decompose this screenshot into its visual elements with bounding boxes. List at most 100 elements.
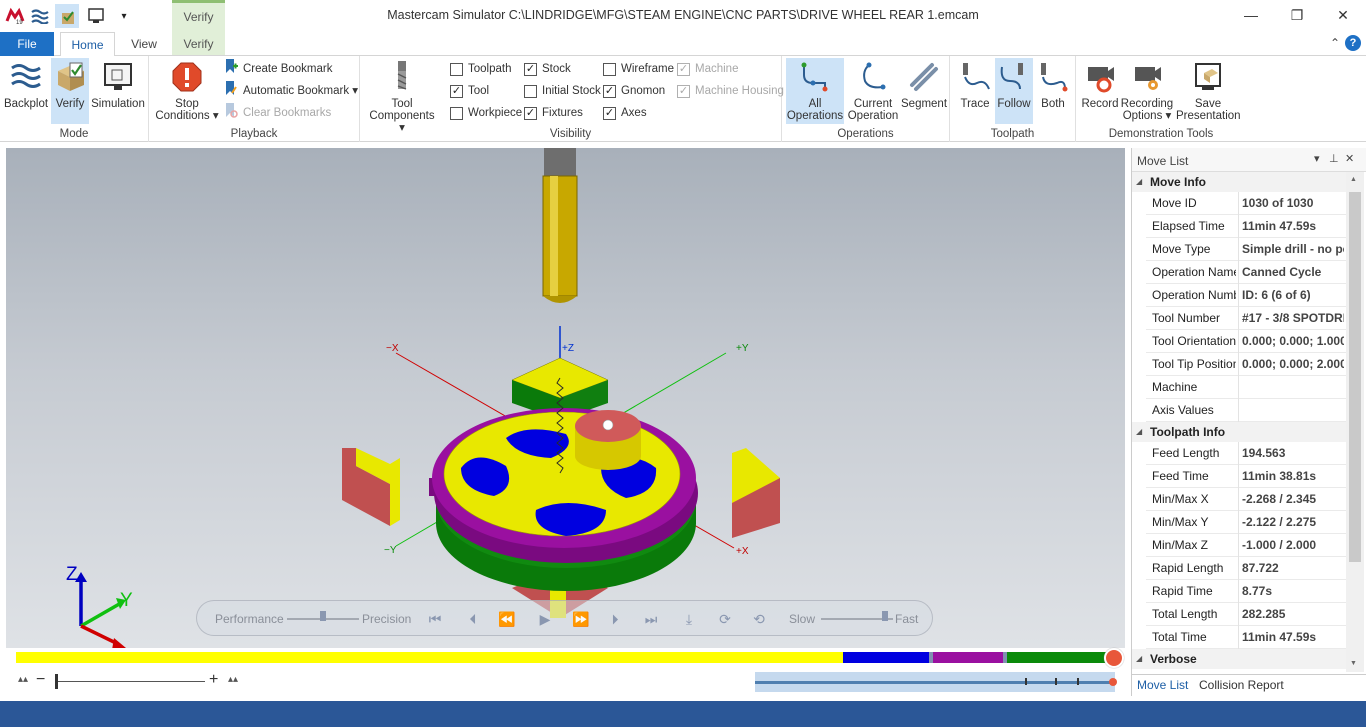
add-bookmark-icon[interactable]: ⤓: [679, 610, 699, 628]
tab-move-list[interactable]: Move List: [1137, 678, 1188, 692]
tab-verify[interactable]: Verify: [172, 32, 225, 56]
tool-components-button[interactable]: Tool Components ▾: [366, 58, 438, 134]
step-back-icon[interactable]: ⏴: [463, 610, 483, 628]
toolpath-info-section-header[interactable]: Toolpath Info: [1132, 422, 1346, 442]
move-info-row: Move TypeSimple drill - no peck: [1146, 238, 1346, 261]
machine-checkbox[interactable]: ✓ Machine: [677, 59, 738, 79]
reverse-loop-icon[interactable]: ⟲: [749, 610, 769, 628]
zoom-in-icon[interactable]: +: [209, 671, 218, 689]
fast-forward-icon[interactable]: ⏩: [571, 610, 591, 628]
toolpath-checkbox[interactable]: Toolpath: [450, 59, 511, 79]
save-presentation-button[interactable]: Save Presentation: [1176, 58, 1241, 124]
gnomon: Z Y: [66, 564, 133, 648]
current-operation-button[interactable]: Current Operation: [845, 58, 901, 124]
move-info-row: Move ID 1030 of 1030: [1146, 192, 1346, 215]
visibility-group: Tool Components ▾ Toolpath ✓ Tool Workpie…: [360, 56, 784, 142]
wireframe-checkbox[interactable]: Wireframe: [603, 59, 674, 79]
simulation-button[interactable]: Simulation: [90, 58, 146, 124]
speed-slider-thumb[interactable]: [882, 611, 888, 621]
checkbox-checked-icon: ✓: [450, 84, 463, 98]
toolpath-info-row: Feed Time 11min 38.81s: [1146, 465, 1346, 488]
zoom-out-all-icon[interactable]: ▴▴: [18, 674, 28, 685]
help-icon[interactable]: ?: [1345, 35, 1361, 51]
toolpath-group: Trace Follow Both Toolpath: [950, 56, 1076, 142]
clear-bookmarks-button[interactable]: Clear Bookmarks: [222, 102, 331, 123]
zoom-slider-thumb[interactable]: [55, 674, 58, 689]
zoom-slider-track[interactable]: [55, 681, 205, 682]
mini-timeline[interactable]: [755, 672, 1117, 692]
all-operations-icon: [798, 60, 832, 94]
stock-checkbox[interactable]: ✓ Stock: [524, 59, 571, 79]
mini-timeline-thumb[interactable]: [1109, 678, 1117, 686]
bookmark-auto-icon: [222, 80, 238, 103]
follow-button[interactable]: Follow: [995, 58, 1033, 124]
fixtures-checkbox[interactable]: ✓ Fixtures: [524, 103, 583, 123]
toolpath-info-row: Min/Max Y -2.122 / 2.275: [1146, 511, 1346, 534]
workpiece-checkbox[interactable]: Workpiece: [450, 103, 522, 123]
timeline-segment-green: [1007, 652, 1111, 663]
record-button[interactable]: Record: [1080, 58, 1120, 124]
axes-checkbox[interactable]: ✓ Axes: [603, 103, 647, 123]
panel-menu-icon[interactable]: ▾: [1314, 152, 1320, 165]
both-button[interactable]: Both: [1033, 58, 1073, 124]
initial-stock-checkbox[interactable]: Initial Stock: [524, 81, 601, 101]
create-bookmark-button[interactable]: Create Bookmark: [222, 58, 332, 79]
close-button[interactable]: ✕: [1320, 0, 1366, 30]
zoom-in-all-icon[interactable]: ▴▴: [228, 674, 238, 685]
performance-label: Performance: [215, 612, 284, 626]
gnomon-y-label: Y: [120, 590, 133, 611]
tab-home[interactable]: Home: [60, 32, 115, 57]
stop-conditions-button[interactable]: Stop Conditions ▾: [154, 58, 220, 124]
automatic-bookmark-button[interactable]: Automatic Bookmark ▾: [222, 80, 358, 103]
scroll-up-icon[interactable]: ▲: [1350, 176, 1357, 183]
loop-icon[interactable]: ⟳: [715, 610, 735, 628]
mini-timeline-tick: [1055, 678, 1057, 685]
mini-timeline-tick: [1025, 678, 1027, 685]
play-icon[interactable]: ▶: [535, 610, 555, 628]
move-info-section-header[interactable]: Move Info: [1132, 172, 1346, 192]
operation-timeline[interactable]: [16, 652, 1121, 663]
rewind-icon[interactable]: ⏪: [497, 610, 517, 628]
quality-slider-thumb[interactable]: [320, 611, 326, 621]
tool-checkbox[interactable]: ✓ Tool: [450, 81, 489, 101]
both-icon: [1036, 60, 1070, 94]
skip-to-start-icon[interactable]: ⏮: [425, 610, 445, 628]
zoom-out-icon[interactable]: −: [36, 671, 45, 689]
machine-housing-checkbox[interactable]: ✓ Machine Housing: [677, 81, 784, 101]
scroll-down-icon[interactable]: ▼: [1350, 660, 1357, 667]
segment-button[interactable]: Segment: [901, 58, 947, 124]
checkbox-checked-icon: ✓: [603, 84, 616, 98]
window-title: Mastercam Simulator C:\LINDRIDGE\MFG\STE…: [387, 8, 979, 22]
minimize-button[interactable]: —: [1228, 0, 1274, 30]
backplot-button[interactable]: Backplot: [3, 58, 49, 124]
step-forward-icon[interactable]: ⏵: [605, 610, 625, 628]
skip-to-end-icon[interactable]: ⏭: [641, 610, 661, 628]
tab-collision-report[interactable]: Collision Report: [1199, 678, 1284, 692]
toolpath-info-row: Min/Max Z -1.000 / 2.000: [1146, 534, 1346, 557]
simulation-viewport[interactable]: −X +X −Y +Y +Z Z Y Performance Precision…: [6, 148, 1125, 648]
recording-options-button[interactable]: Recording Options ▾: [1120, 58, 1174, 124]
panel-title: Move List: [1137, 154, 1189, 168]
move-list-panel: Move List ▾ ⊥ ✕ Move Info Move ID1030 of…: [1131, 148, 1366, 696]
panel-close-icon[interactable]: ✕: [1345, 152, 1354, 165]
tab-view[interactable]: View: [120, 32, 168, 56]
pin-icon[interactable]: ⊥: [1329, 152, 1339, 165]
panel-scrollbar-thumb[interactable]: [1349, 192, 1361, 562]
trace-button[interactable]: Trace: [954, 58, 996, 124]
toolpath-info-row: Total Time 11min 47.59s: [1146, 626, 1346, 649]
restore-button[interactable]: ❐: [1274, 0, 1320, 30]
endmill-icon: [385, 60, 419, 94]
all-operations-button[interactable]: All Operations: [786, 58, 844, 124]
panel-scrollbar[interactable]: ▲ ▼: [1346, 172, 1364, 672]
simulation-icon: [101, 60, 135, 94]
verify-button[interactable]: Verify: [51, 58, 89, 124]
verbose-section-header[interactable]: Verbose: [1132, 649, 1346, 669]
collapse-ribbon-icon[interactable]: ⌃: [1330, 36, 1340, 50]
gnomon-checkbox[interactable]: ✓ Gnomon: [603, 81, 665, 101]
mode-group: Backplot Verify Simulation Mode: [0, 56, 149, 142]
mini-timeline-bar: [755, 681, 1115, 684]
toolpath-info-row: Feed Length 194.563: [1146, 442, 1346, 465]
trace-icon: [958, 60, 992, 94]
timeline-position-thumb[interactable]: [1104, 648, 1124, 668]
tab-file[interactable]: File: [0, 32, 54, 56]
